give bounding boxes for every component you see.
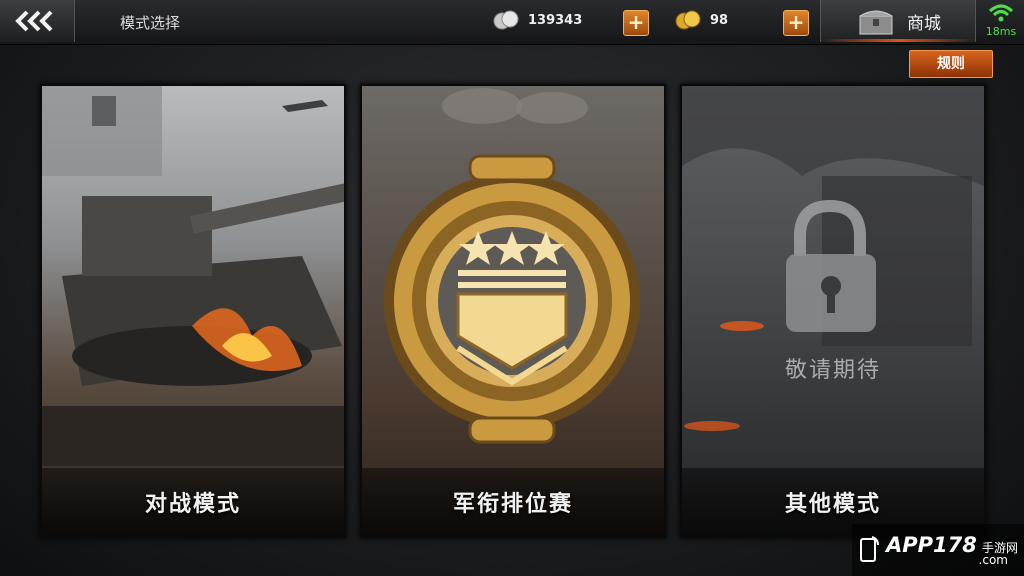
shop-label: 商城 [907,13,941,34]
ranked-match-label: 军衔排位赛 [452,492,573,517]
lock-icon [682,86,984,431]
triple-chevron-left-icon [15,10,53,32]
battle-mode-card[interactable]: 对战模式 [40,84,346,538]
ping-text: 18ms [985,25,1017,38]
add-silver-button[interactable]: + [623,10,649,36]
gold-currency: 98 [674,9,728,31]
coming-soon-text: 敬请期待 [784,358,881,383]
silver-coin-icon [493,10,519,30]
other-mode-label: 其他模式 [784,492,881,517]
battle-mode-label: 对战模式 [144,492,241,517]
network-status: 18ms [978,0,1024,42]
other-mode-card[interactable]: 敬请期待 其他模式 [680,84,986,538]
treasure-chest-icon [859,10,893,35]
rules-button[interactable]: 规则 [909,50,993,78]
ranked-match-card[interactable]: 军衔排位赛 [360,84,666,538]
gold-amount: 98 [710,12,729,28]
gold-coin-icon [675,10,701,30]
watermark-brand: APP178 [886,533,977,557]
card-label-bar: 对战模式 [42,468,344,536]
phone-logo-icon [860,536,879,562]
card-label-bar: 军衔排位赛 [362,468,664,536]
top-bar: 模式选择 139343 + 98 + 商城 18ms [0,0,1024,45]
back-button[interactable] [0,0,75,42]
page-title: 模式选择 [120,14,181,32]
tank-illustration [42,86,344,466]
silver-amount: 139343 [528,12,583,28]
shop-button[interactable]: 商城 [820,0,976,42]
silver-currency: 139343 [492,9,582,31]
watermark: APP178 手游网 .com [852,524,1024,576]
add-gold-button[interactable]: + [783,10,809,36]
wifi-icon [988,4,1014,22]
rank-emblem-icon [384,88,640,444]
